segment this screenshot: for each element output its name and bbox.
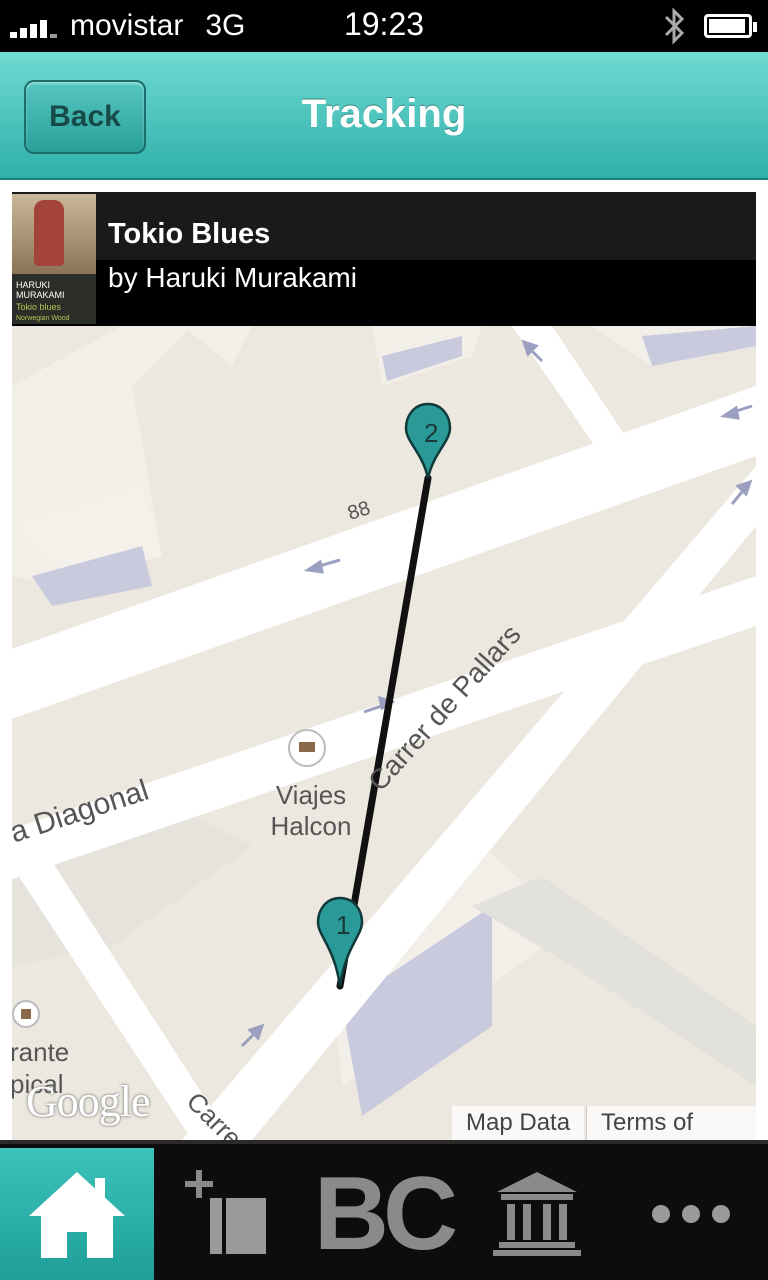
marker-1-label: 1: [336, 910, 351, 940]
bc-logo-icon: BC: [313, 1155, 458, 1272]
terms-of-use-link[interactable]: Terms of Use: [586, 1106, 756, 1140]
add-book-icon: [185, 1170, 266, 1254]
poi2-line1: rante: [12, 1037, 70, 1067]
tab-more[interactable]: [614, 1148, 768, 1280]
book-title: Tokio Blues: [108, 218, 271, 250]
tracking-map[interactable]: 2 1 88 a Diagonal Carrer de Pallars Carr…: [12, 326, 756, 1140]
home-icon: [29, 1172, 125, 1258]
cover-title-line1: Tokio blues: [16, 302, 62, 312]
status-bar: movistar 3G 19:23: [0, 0, 768, 52]
status-time: 19:23: [343, 6, 425, 42]
library-icon: [493, 1172, 581, 1256]
google-logo: Google: [26, 1077, 151, 1126]
bluetooth-icon: [664, 7, 685, 45]
tab-add-book[interactable]: [154, 1148, 306, 1280]
book-author: by Haruki Murakami: [108, 262, 357, 293]
tab-home[interactable]: [0, 1148, 154, 1280]
book-header[interactable]: HARUKI MURAKAMI Tokio blues Norwegian Wood…: [12, 192, 756, 326]
tab-bc[interactable]: BC: [306, 1148, 460, 1280]
book-cover-image: HARUKI MURAKAMI Tokio blues Norwegian Wood: [12, 194, 96, 324]
poi-viajes-halcon: Viajes Halcon: [268, 780, 354, 842]
cover-title-line2: Norwegian Wood: [16, 315, 70, 322]
cover-author-line1: HARUKI: [16, 280, 51, 290]
nav-bar: Back Tracking: [0, 52, 768, 180]
cover-author-line2: MURAKAMI: [16, 290, 65, 300]
poi-line2: Halcon: [270, 811, 352, 841]
battery-icon: [704, 14, 757, 38]
more-icon: [652, 1205, 730, 1223]
poi-line1: Viajes: [275, 780, 347, 810]
tab-bar: BC: [0, 1140, 768, 1280]
page-title: Tracking: [301, 92, 467, 136]
map-canvas: [12, 326, 756, 1140]
map-data-link[interactable]: Map Data: [452, 1106, 585, 1140]
tab-library[interactable]: [460, 1148, 614, 1280]
marker-2-label: 2: [424, 418, 439, 448]
